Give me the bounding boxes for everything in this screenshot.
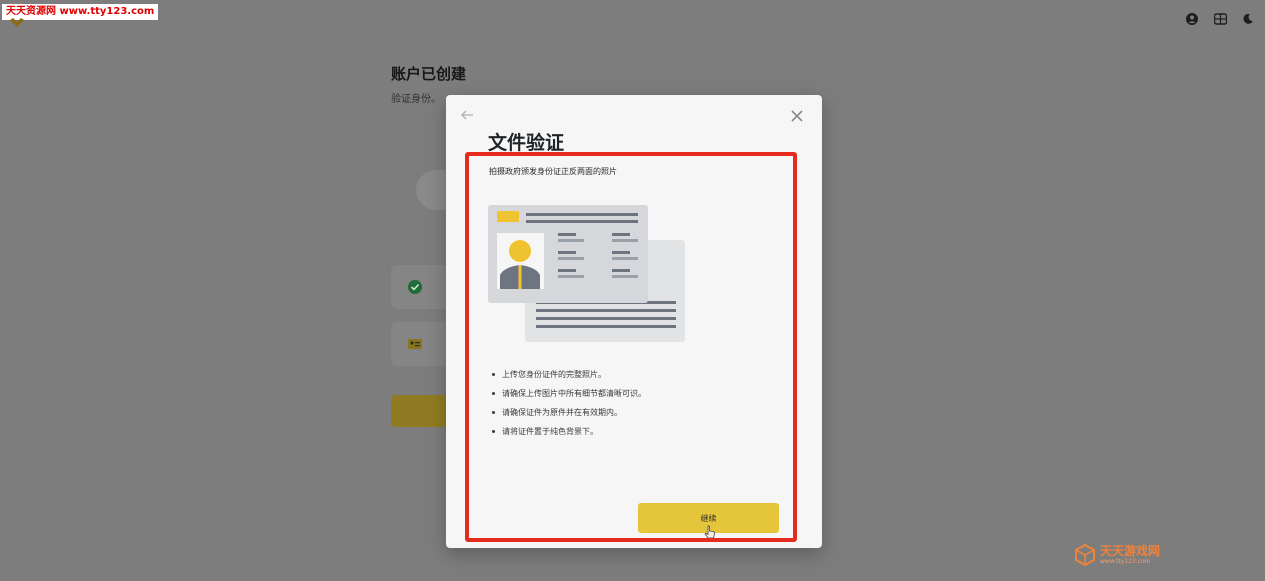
watermark-url: www.tty123.com xyxy=(1100,558,1151,565)
page-title: 账户已创建 xyxy=(391,65,467,83)
document-step-card[interactable] xyxy=(391,322,451,366)
list-item: 请确保证件为原件并在有效期内。 xyxy=(492,403,646,422)
modal-title: 文件验证 xyxy=(488,132,565,154)
logo-icon xyxy=(10,18,24,27)
moon-icon[interactable] xyxy=(1241,12,1255,26)
account-icon[interactable] xyxy=(1185,12,1199,26)
list-item: 上传您身份证件的完整照片。 xyxy=(492,365,646,384)
watermark-top: 天天资源网 www.tty123.com xyxy=(2,4,159,20)
modal-description: 拍摄政府颁发身份证正反两面的照片 xyxy=(489,167,617,176)
background-primary-button[interactable] xyxy=(391,395,451,427)
watermark-name: 天天游戏网 xyxy=(1100,544,1161,558)
id-card-illustration xyxy=(488,205,685,342)
requirements-list: 上传您身份证件的完整照片。 请确保上传图片中所有细节都清晰可识。 请确保证件为原… xyxy=(492,365,646,441)
cube-logo-icon xyxy=(1075,544,1095,566)
verification-step-card[interactable] xyxy=(391,265,451,309)
hand-cursor-icon xyxy=(704,525,715,539)
watermark-bottom: 天天游戏网 www.tty123.com xyxy=(1074,544,1160,566)
list-item: 请确保上传图片中所有细节都清晰可识。 xyxy=(492,384,646,403)
header-icons xyxy=(1185,12,1255,26)
id-card-icon xyxy=(408,339,422,349)
document-verification-modal: 文件验证 拍摄政府颁发身份证正反两面的照片 上传您身份证件的完整照片。 请确保上… xyxy=(446,95,822,548)
globe-icon[interactable] xyxy=(1213,12,1227,26)
check-circle-icon xyxy=(408,280,422,294)
page-subtitle: 验证身份。 xyxy=(391,94,441,105)
back-arrow-icon[interactable] xyxy=(460,109,474,121)
list-item: 请将证件置于纯色背景下。 xyxy=(492,422,646,441)
close-icon[interactable] xyxy=(790,109,804,123)
